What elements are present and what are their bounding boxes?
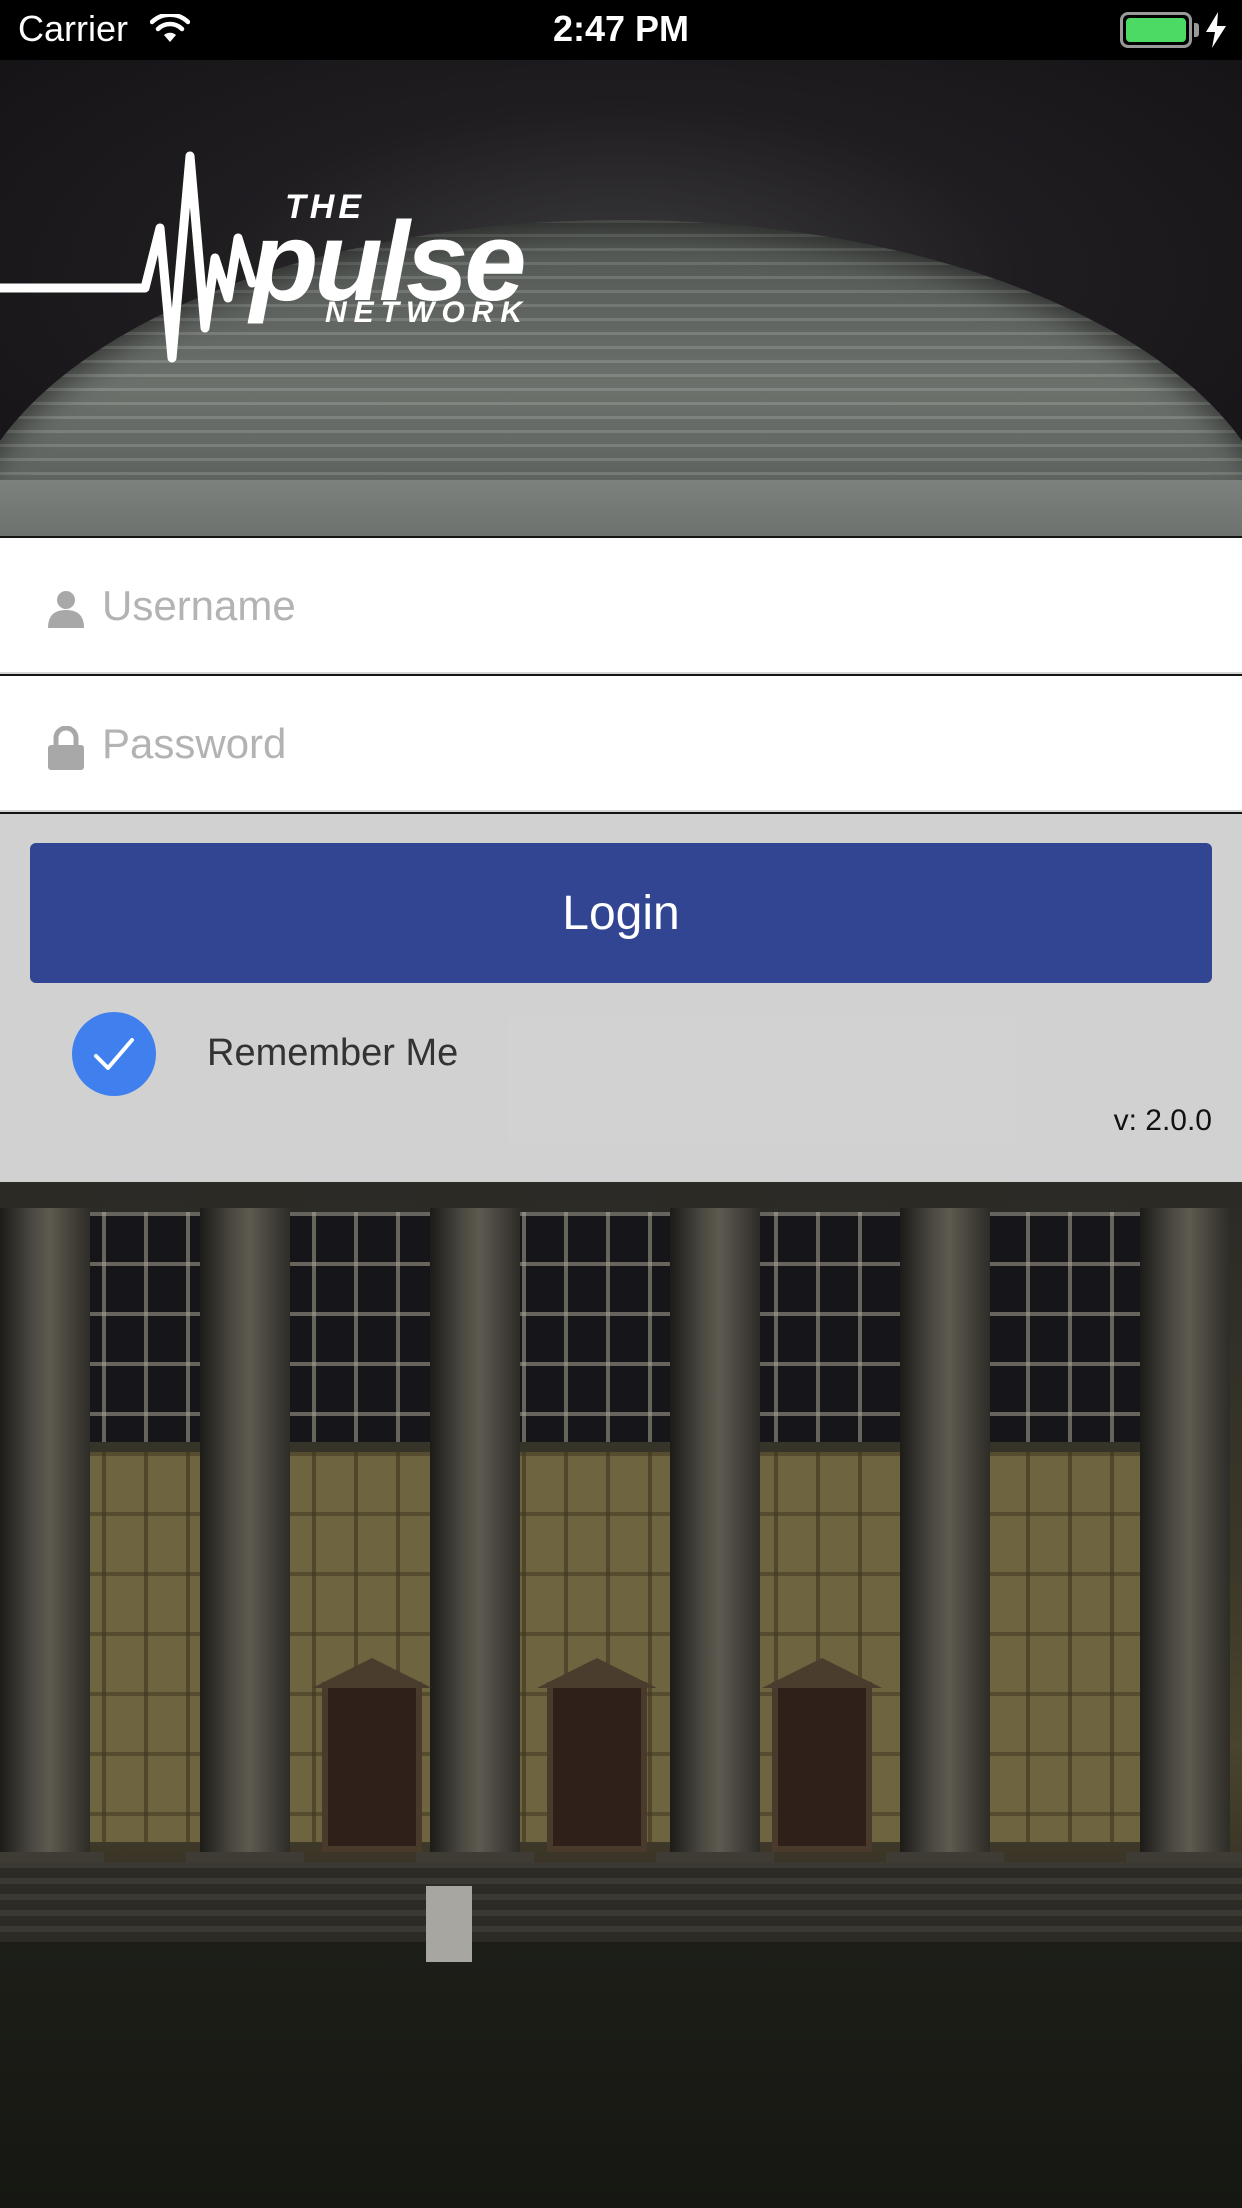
column [882, 1182, 1008, 1878]
logo-network: NETWORK [325, 296, 529, 329]
pulse-wave-icon [0, 151, 257, 363]
carrier-label: Carrier [18, 8, 129, 49]
pulse-network-logo: THE pulse NETWORK [0, 148, 620, 378]
header-photo: THE pulse NETWORK [0, 60, 1242, 536]
battery-icon [1120, 12, 1192, 48]
version-label: v: 2.0.0 [1113, 1104, 1212, 1137]
door [772, 1682, 872, 1852]
login-panel: Login Remember Me v: 2.0.0 [0, 814, 1242, 1182]
lock-icon [46, 725, 86, 775]
charging-bolt-icon [1206, 12, 1226, 53]
column [652, 1182, 778, 1878]
remember-me-label: Remember Me [207, 1032, 459, 1074]
battery-level-fill [1126, 18, 1186, 42]
sign-post [426, 1886, 472, 1962]
battery-cap [1194, 23, 1199, 37]
building-photo [0, 1182, 1242, 2208]
password-input[interactable] [100, 706, 1200, 782]
column [412, 1182, 538, 1878]
remember-me-toggle[interactable]: Remember Me [72, 1012, 572, 1096]
lawn [0, 1942, 1242, 2208]
username-input[interactable] [100, 568, 1200, 644]
door [322, 1682, 422, 1852]
password-row [0, 676, 1242, 812]
username-row [0, 538, 1242, 674]
checkmark-icon [94, 1038, 134, 1070]
door [547, 1682, 647, 1852]
column [0, 1182, 108, 1878]
status-bar: Carrier 2:47 PM [0, 0, 1242, 60]
person-icon [46, 588, 86, 633]
dome-drum [0, 480, 1242, 536]
column [182, 1182, 308, 1878]
login-button[interactable]: Login [30, 843, 1212, 983]
column [1122, 1182, 1242, 1878]
checkbox-checked[interactable] [72, 1012, 156, 1096]
entrance-steps [0, 1862, 1242, 1942]
wifi-icon [149, 12, 191, 49]
